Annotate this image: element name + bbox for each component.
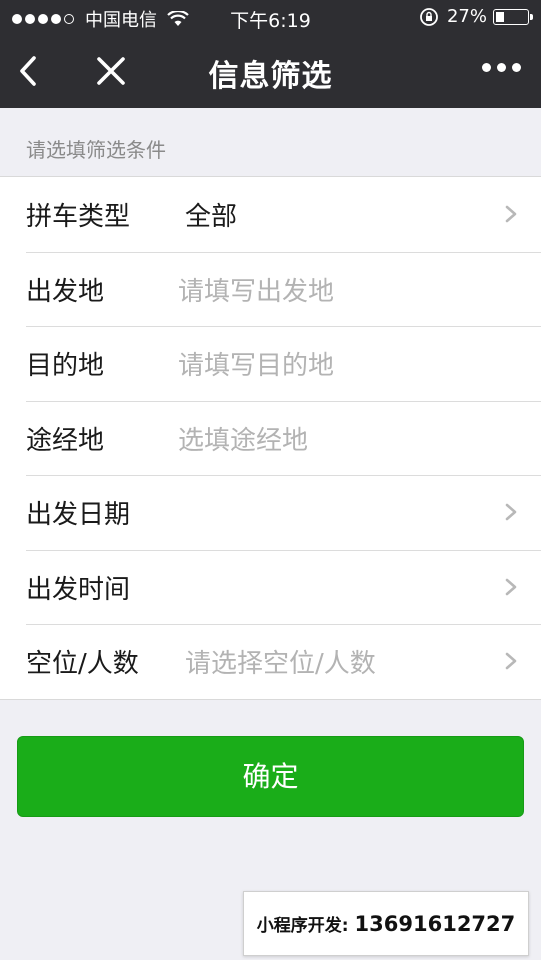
departure-input[interactable]: 请填写出发地 bbox=[178, 271, 334, 308]
carpool-type-row[interactable]: 拼车类型 全部 bbox=[0, 177, 541, 252]
departure-row: 出发地 请填写出发地 bbox=[0, 251, 541, 327]
more-dots-icon[interactable] bbox=[476, 63, 521, 72]
promo-phone: 13691612727 bbox=[354, 911, 516, 936]
departure-date-row[interactable]: 出发日期 bbox=[0, 475, 541, 550]
waypoint-label: 途经地 bbox=[26, 425, 105, 456]
seats-label: 空位/人数 bbox=[26, 649, 139, 679]
chevron-right-icon bbox=[505, 503, 517, 521]
rotation-lock-icon bbox=[420, 7, 438, 26]
screen: 中国电信 下午6:19 27% 信息筛选 请选填筛选条件 拼车类型 全部 出发地… bbox=[0, 0, 541, 960]
status-bar: 中国电信 下午6:19 27% bbox=[0, 0, 541, 35]
chevron-right-icon bbox=[505, 578, 517, 595]
destination-label: 目的地 bbox=[26, 351, 105, 381]
battery-percent: 27% bbox=[446, 6, 487, 27]
destination-input[interactable]: 请填写目的地 bbox=[178, 345, 334, 382]
nav-bar: 信息筛选 bbox=[0, 35, 541, 108]
promo-label: 小程序开发: bbox=[256, 916, 349, 936]
waypoint-input[interactable]: 选填途经地 bbox=[178, 420, 308, 457]
departure-time-label: 出发时间 bbox=[26, 574, 131, 605]
status-right: 27% bbox=[419, 6, 533, 27]
departure-label: 出发地 bbox=[26, 276, 105, 307]
page-title: 信息筛选 bbox=[208, 59, 333, 94]
seats-row[interactable]: 空位/人数 请选择空位/人数 bbox=[0, 624, 541, 699]
carpool-type-label: 拼车类型 bbox=[26, 202, 131, 232]
carpool-type-value: 全部 bbox=[185, 202, 238, 232]
departure-date-label: 出发日期 bbox=[26, 500, 131, 530]
chevron-right-icon bbox=[505, 652, 517, 670]
filter-hint: 请选填筛选条件 bbox=[26, 138, 166, 162]
chevron-right-icon bbox=[505, 205, 517, 223]
waypoint-row: 途经地 选填途经地 bbox=[0, 400, 541, 476]
promo-banner: 小程序开发: 13691612727 bbox=[243, 891, 529, 956]
confirm-button[interactable]: 确定 bbox=[17, 736, 524, 817]
battery-icon bbox=[493, 8, 533, 25]
seats-select[interactable]: 请选择空位/人数 bbox=[185, 643, 376, 680]
departure-time-row[interactable]: 出发时间 bbox=[0, 549, 541, 625]
destination-row: 目的地 请填写目的地 bbox=[0, 326, 541, 401]
filter-form: 拼车类型 全部 出发地 请填写出发地 目的地 请填写目的地 途经地 选填途经地 … bbox=[0, 176, 541, 700]
